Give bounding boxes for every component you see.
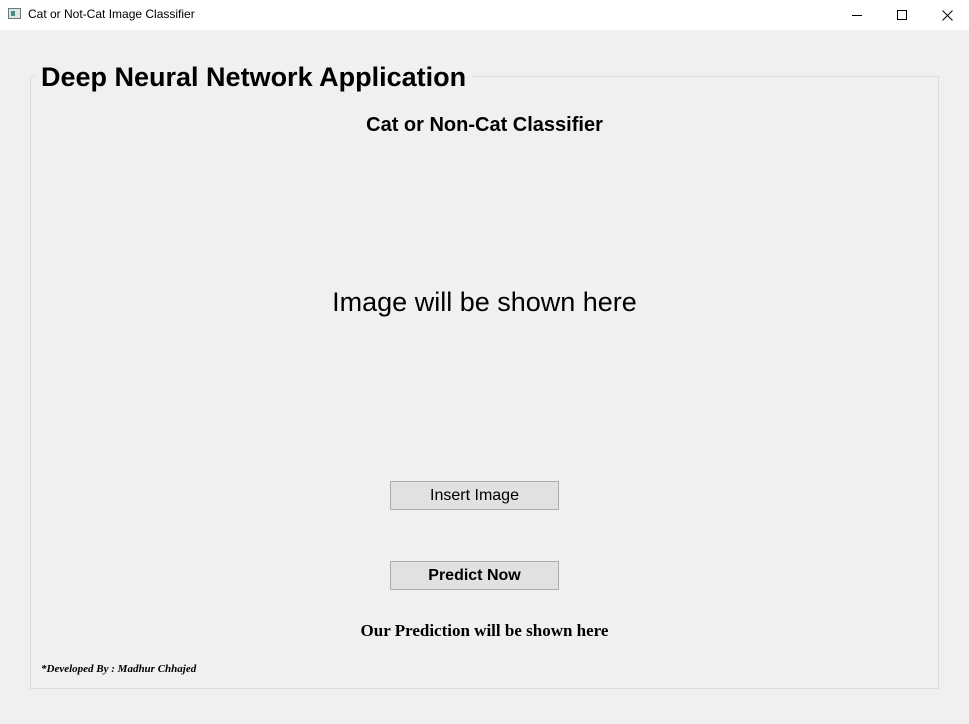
maximize-button[interactable]: [879, 0, 925, 30]
main-groupbox: [30, 76, 939, 689]
close-button[interactable]: [924, 0, 969, 30]
maximize-icon: [897, 10, 907, 20]
window-title: Cat or Not-Cat Image Classifier: [28, 7, 195, 21]
group-title: Deep Neural Network Application: [35, 60, 473, 94]
minimize-button[interactable]: [834, 0, 880, 30]
close-icon: [941, 9, 953, 21]
app-icon: [8, 8, 21, 19]
insert-image-button[interactable]: Insert Image: [390, 481, 559, 510]
title-bar[interactable]: Cat or Not-Cat Image Classifier: [0, 0, 969, 30]
developer-credits: *Developed By : Madhur Chhajed: [41, 663, 197, 675]
classifier-subtitle: Cat or Non-Cat Classifier: [366, 114, 603, 136]
image-display-area: Image will be shown here: [332, 287, 637, 317]
minimize-icon: [852, 15, 862, 16]
prediction-result: Our Prediction will be shown here: [360, 621, 609, 640]
predict-now-button[interactable]: Predict Now: [390, 561, 559, 590]
app-window: Cat or Not-Cat Image Classifier Deep Neu…: [0, 0, 969, 724]
